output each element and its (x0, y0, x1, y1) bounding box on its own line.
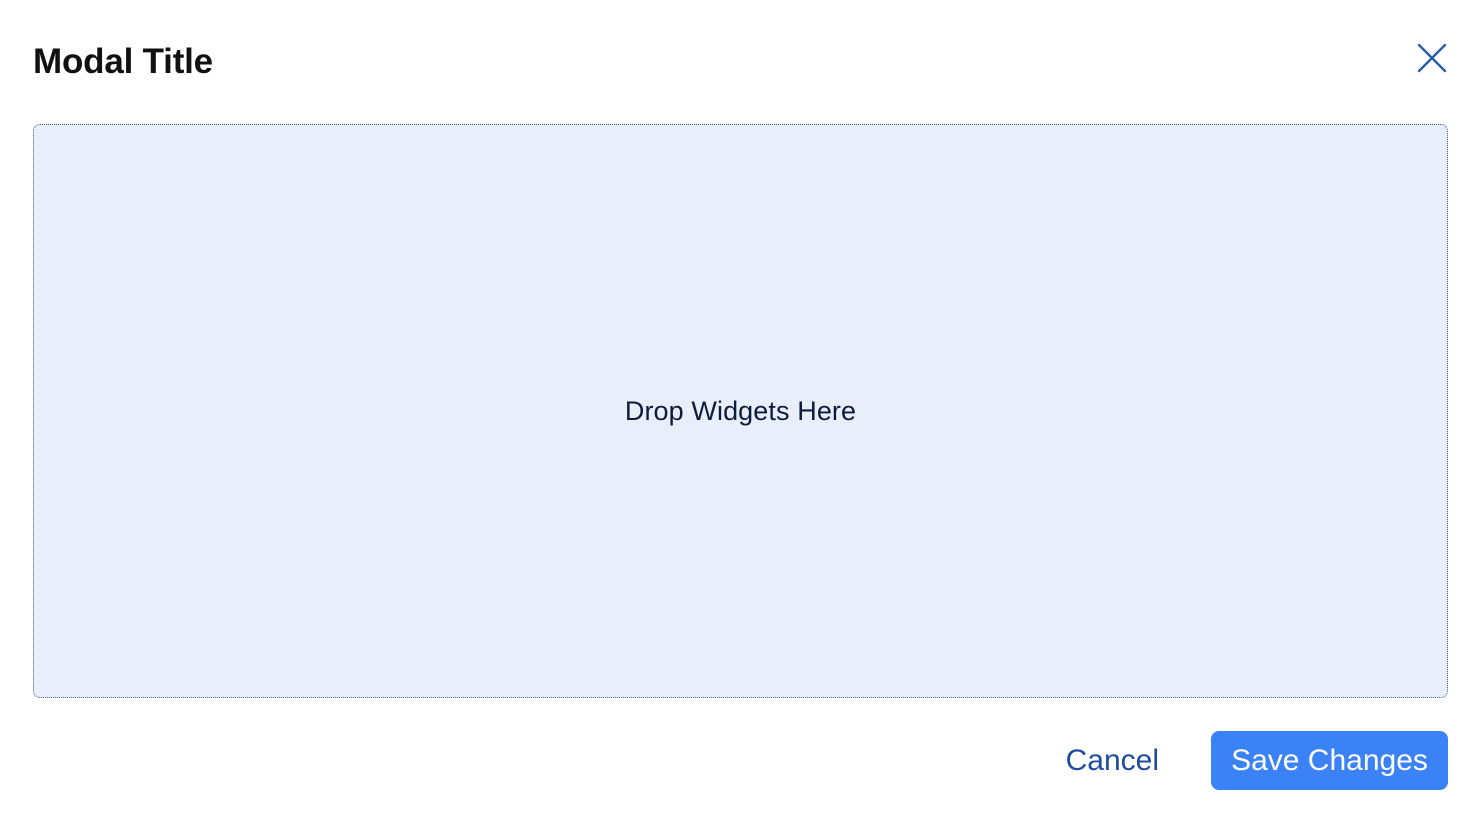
save-changes-button[interactable]: Save Changes (1211, 731, 1448, 790)
modal-header: Modal Title (33, 38, 1448, 86)
close-button[interactable] (1416, 42, 1448, 74)
modal-footer: Cancel Save Changes (1066, 731, 1448, 790)
drop-zone-label: Drop Widgets Here (624, 395, 857, 426)
cancel-button[interactable]: Cancel (1066, 731, 1159, 790)
widget-drop-zone[interactable]: Drop Widgets Here (33, 124, 1448, 698)
modal-dialog: Modal Title Drop Widgets Here Cancel Sav… (0, 0, 1480, 823)
close-icon (1416, 42, 1448, 74)
modal-title: Modal Title (33, 42, 213, 81)
